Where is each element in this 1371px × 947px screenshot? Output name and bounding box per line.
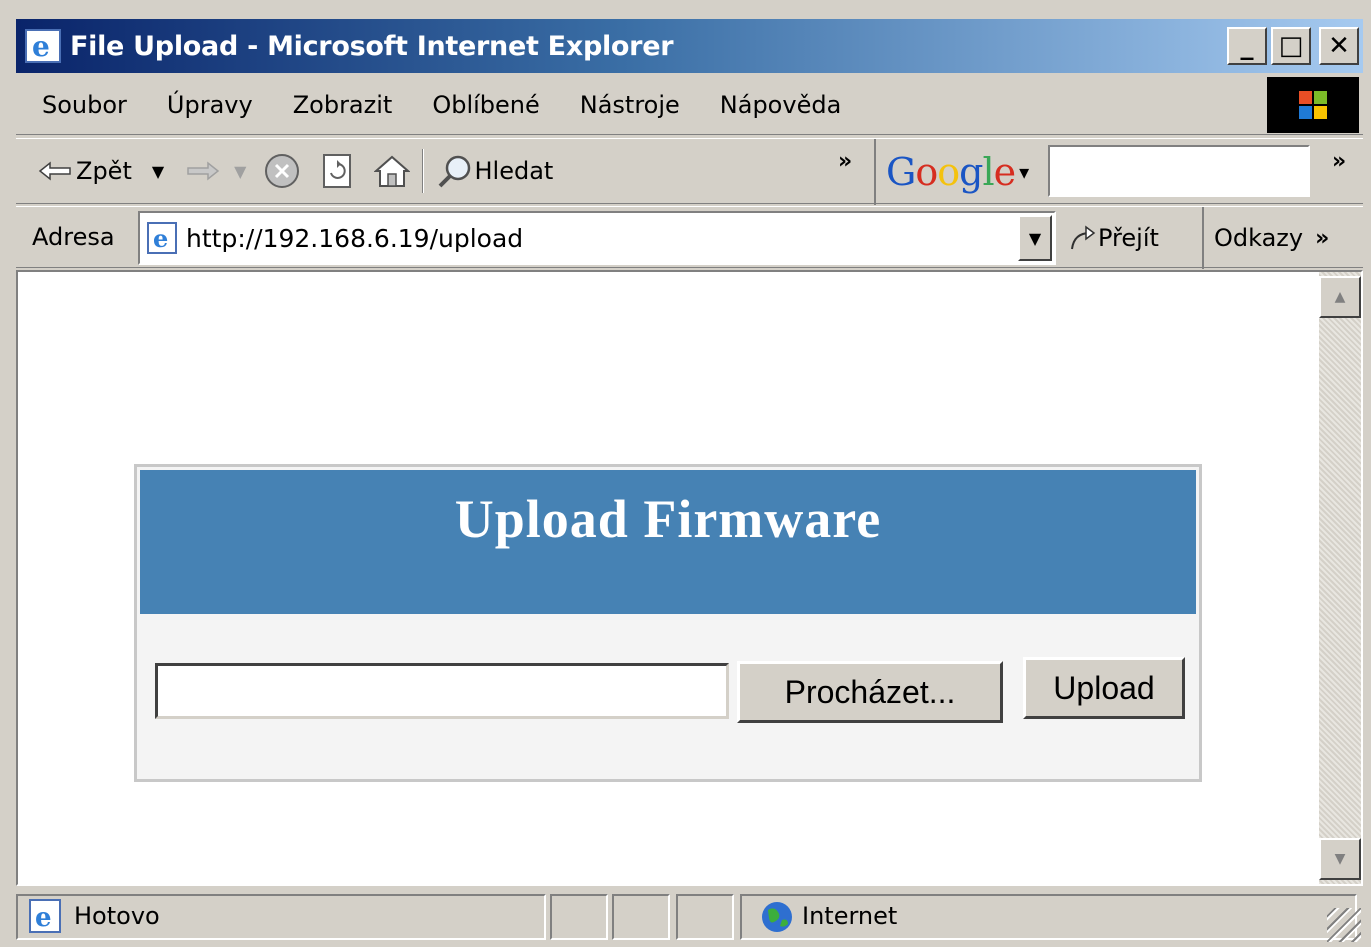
address-url: http://192.168.6.19/upload [186, 223, 524, 253]
status-bar: e Hotovo Internet [16, 888, 1363, 944]
home-icon [374, 155, 411, 187]
scroll-down-icon[interactable]: ▼ [1319, 838, 1361, 880]
google-more-icon[interactable]: » [1332, 149, 1346, 174]
resize-grip-icon[interactable] [1327, 908, 1361, 942]
toolbar-separator [422, 149, 425, 193]
links-button[interactable]: Odkazy » [1202, 207, 1329, 269]
status-cell-2 [612, 894, 670, 940]
back-label: Zpět [76, 157, 132, 185]
refresh-icon [323, 154, 352, 188]
stop-icon [265, 154, 300, 188]
address-input[interactable]: e http://192.168.6.19/upload ▼ [138, 211, 1056, 265]
menu-help[interactable]: Nápověda [700, 91, 862, 119]
close-button[interactable]: ✕ [1319, 27, 1359, 65]
google-toolbar: Google ▾ [874, 139, 1029, 205]
menu-file[interactable]: Soubor [16, 91, 147, 119]
forward-button[interactable]: ▼ [186, 139, 246, 203]
stop-button[interactable] [264, 139, 300, 203]
zone-text: Internet [802, 902, 898, 930]
page-icon: e [29, 899, 61, 933]
menu-edit[interactable]: Úpravy [147, 91, 273, 119]
vertical-scrollbar[interactable]: ▲ ▼ [1319, 272, 1361, 884]
menu-view[interactable]: Zobrazit [273, 91, 413, 119]
address-label: Adresa [32, 223, 115, 251]
svg-text:e: e [35, 903, 52, 933]
links-more-icon[interactable]: » [1315, 226, 1329, 251]
upload-panel: Upload Firmware Procházet... Upload [134, 464, 1202, 782]
links-label: Odkazy [1214, 224, 1304, 252]
ie-app-icon: e [25, 29, 61, 63]
go-button[interactable]: Přejít [1068, 207, 1159, 269]
window-title: File Upload - Microsoft Internet Explore… [70, 30, 674, 62]
search-button[interactable]: Hledat [436, 139, 553, 203]
address-bar: Adresa e http://192.168.6.19/upload ▼ Př… [16, 206, 1363, 269]
forward-arrow-icon [187, 161, 220, 181]
page-content: Upload Firmware Procházet... Upload ▲ ▼ [16, 270, 1363, 886]
scroll-up-icon[interactable]: ▲ [1319, 276, 1361, 318]
panel-header: Upload Firmware [140, 470, 1196, 614]
forward-dropdown-icon[interactable]: ▼ [234, 162, 246, 181]
google-search-input[interactable] [1048, 145, 1310, 197]
back-dropdown-icon[interactable]: ▼ [152, 162, 164, 181]
search-label: Hledat [474, 157, 554, 185]
menu-bar: Soubor Úpravy Zobrazit Oblíbené Nástroje… [16, 75, 1363, 135]
refresh-button[interactable] [322, 139, 352, 203]
page-heading: Upload Firmware [454, 489, 882, 549]
svg-text:e: e [32, 30, 50, 63]
back-arrow-icon [38, 161, 71, 181]
search-icon [439, 155, 471, 188]
toolbar: Zpět ▼ ▼ Hledat » Google ▾ » [16, 138, 1363, 205]
globe-icon [762, 902, 792, 932]
back-button[interactable]: Zpět ▼ [38, 139, 164, 203]
go-label: Přejít [1098, 224, 1159, 252]
status-cell-3 [676, 894, 734, 940]
address-dropdown-icon[interactable]: ▼ [1018, 215, 1052, 261]
caption-buttons: _ □ ✕ [1227, 27, 1359, 65]
minimize-button[interactable]: _ [1227, 27, 1267, 65]
status-cell-1 [550, 894, 608, 940]
file-path-input[interactable] [155, 663, 729, 719]
title-bar[interactable]: e File Upload - Microsoft Internet Explo… [16, 19, 1363, 73]
browse-button[interactable]: Procházet... [737, 661, 1003, 723]
svg-text:e: e [153, 224, 168, 253]
menu-tools[interactable]: Nástroje [560, 91, 700, 119]
google-logo[interactable]: Google [886, 150, 1016, 194]
windows-logo-icon [1267, 77, 1359, 133]
menu-favorites[interactable]: Oblíbené [412, 91, 559, 119]
google-dropdown-icon[interactable]: ▾ [1019, 160, 1029, 184]
upload-button[interactable]: Upload [1023, 657, 1185, 719]
status-text: Hotovo [74, 902, 160, 930]
home-button[interactable] [374, 139, 411, 203]
page-icon: e [147, 222, 177, 254]
go-arrow-icon [1071, 225, 1096, 250]
maximize-button[interactable]: □ [1271, 27, 1311, 65]
browser-window: e File Upload - Microsoft Internet Explo… [0, 0, 1371, 947]
toolbar-more-icon[interactable]: » [838, 149, 852, 174]
